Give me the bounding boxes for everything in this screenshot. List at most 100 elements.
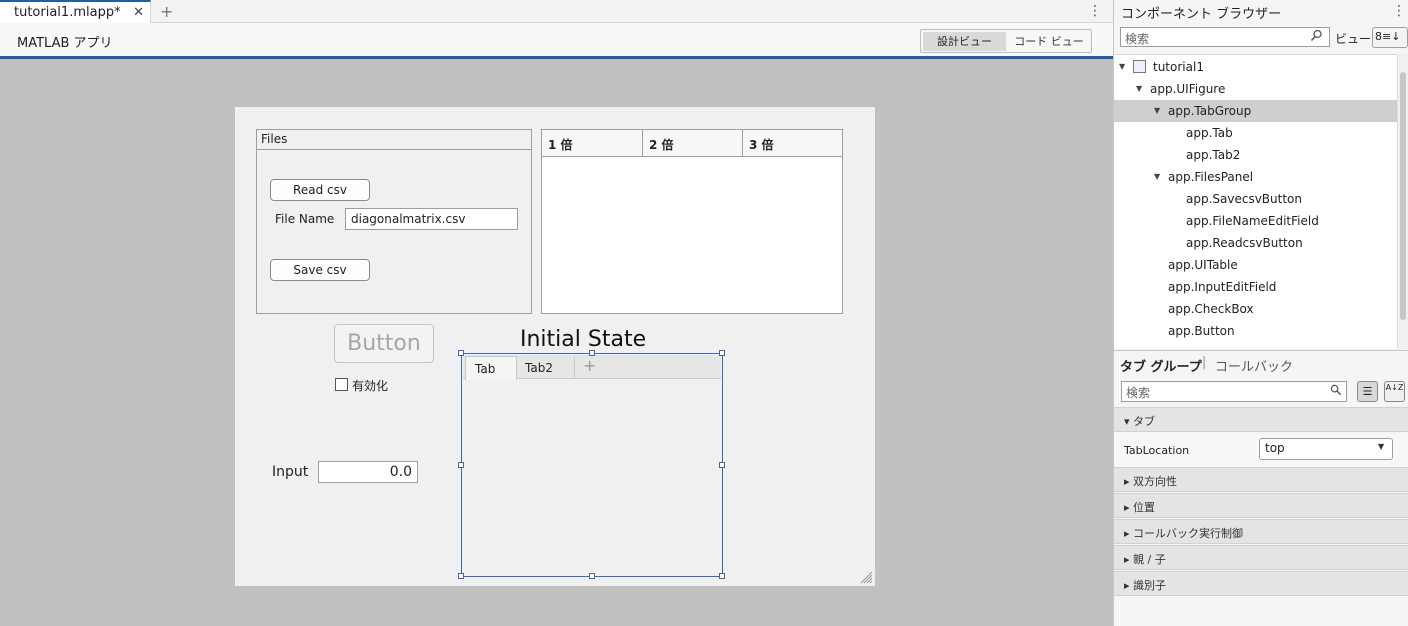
tab-properties[interactable]: タブ グループ bbox=[1120, 356, 1202, 375]
document-tab-title: tutorial1.mlapp* bbox=[14, 5, 121, 20]
tablocation-dropdown[interactable]: top bbox=[1259, 438, 1393, 460]
document-tab[interactable]: tutorial1.mlapp* ✕ bbox=[0, 0, 151, 23]
files-panel-title: Files bbox=[257, 130, 531, 150]
tree-item[interactable]: ▼ app.UIFigure bbox=[1114, 78, 1397, 100]
chevron-down-icon[interactable]: ▼ bbox=[1378, 442, 1384, 451]
section-callback-execution-label: コールバック実行制御 bbox=[1133, 527, 1244, 540]
expand-arrow-icon[interactable]: ▼ bbox=[1154, 166, 1160, 188]
more-options-icon[interactable]: ⋮ bbox=[1088, 3, 1102, 19]
main-button[interactable]: Button bbox=[334, 324, 434, 363]
resize-handle[interactable] bbox=[458, 573, 464, 579]
tablocation-label: TabLocation bbox=[1124, 444, 1190, 457]
editor-toolbar: MATLAB アプリ 設計ビュー コード ビュー bbox=[0, 23, 1113, 59]
add-tab-icon[interactable]: + bbox=[583, 356, 596, 375]
tree-item-label: app.Tab bbox=[1186, 126, 1233, 140]
expand-arrow-icon[interactable]: ▼ bbox=[1154, 100, 1160, 122]
expand-arrow-icon[interactable]: ▼ bbox=[1136, 78, 1142, 100]
group-by-category-icon[interactable]: ☰ bbox=[1357, 381, 1378, 402]
resize-handle[interactable] bbox=[719, 462, 725, 468]
add-tab-icon[interactable]: + bbox=[160, 2, 173, 21]
design-view-button[interactable]: 設計ビュー bbox=[923, 32, 1006, 51]
section-tab[interactable]: ▾ タブ bbox=[1114, 407, 1408, 432]
tree-item-label: app.FilesPanel bbox=[1168, 170, 1254, 184]
tree-item[interactable]: app.UITable bbox=[1114, 254, 1397, 276]
section-position[interactable]: ▸ 位置 bbox=[1114, 493, 1408, 518]
component-search-input[interactable]: 検索 bbox=[1120, 27, 1330, 47]
more-options-icon[interactable]: ⋮ bbox=[1392, 3, 1406, 19]
table-header-2[interactable]: 2 倍 bbox=[643, 130, 743, 157]
tree-item[interactable]: app.SavecsvButton bbox=[1114, 188, 1397, 210]
code-view-button[interactable]: コード ビュー bbox=[1009, 32, 1089, 51]
ui-figure-canvas[interactable]: Files Read csv File Name diagonalmatrix.… bbox=[235, 107, 875, 586]
sort-alphabetical-icon[interactable]: A↓Z bbox=[1384, 381, 1405, 402]
resize-handle[interactable] bbox=[719, 573, 725, 579]
filename-label: File Name bbox=[275, 212, 335, 226]
resize-grip-icon[interactable] bbox=[859, 570, 873, 584]
tree-item[interactable]: app.FileNameEditField bbox=[1114, 210, 1397, 232]
section-identifiers-label: 識別子 bbox=[1133, 579, 1167, 592]
section-tab-label: タブ bbox=[1133, 415, 1156, 428]
files-panel[interactable]: Files Read csv File Name diagonalmatrix.… bbox=[256, 129, 532, 314]
tree-item-label: tutorial1 bbox=[1153, 60, 1204, 74]
tree-item[interactable]: app.Tab bbox=[1114, 122, 1397, 144]
section-interactivity-label: 双方向性 bbox=[1133, 475, 1178, 488]
tree-item-label: app.Tab2 bbox=[1186, 148, 1241, 162]
close-icon[interactable]: ✕ bbox=[133, 5, 144, 20]
component-tree: ▼ tutorial1 ▼ app.UIFigure ▼ app.TabGroup app.… bbox=[1114, 54, 1397, 349]
tree-item[interactable]: app.ReadcsvButton bbox=[1114, 232, 1397, 254]
read-csv-button[interactable]: Read csv bbox=[270, 179, 370, 201]
tree-item[interactable]: ▼ app.TabGroup bbox=[1114, 100, 1397, 122]
tab-callbacks[interactable]: コールバック bbox=[1215, 356, 1293, 375]
app-file-icon bbox=[1133, 60, 1146, 73]
property-inspector: タブ グループ | コールバック 検索 ☰ A↓Z ▾ タブ TabLocati… bbox=[1114, 350, 1408, 626]
section-callback-execution[interactable]: ▸ コールバック実行制御 bbox=[1114, 519, 1408, 544]
resize-handle[interactable] bbox=[589, 573, 595, 579]
tab-group-header: Tab Tab2 + bbox=[463, 355, 721, 380]
search-icon[interactable] bbox=[1330, 384, 1342, 396]
enable-checkbox[interactable] bbox=[335, 378, 348, 391]
collapsed-arrow-icon: ▸ bbox=[1124, 527, 1130, 540]
input-field[interactable]: 0.0 bbox=[318, 461, 418, 483]
state-label[interactable]: Initial State bbox=[520, 327, 646, 352]
right-panel: コンポーネント ブラウザー ⋮ 検索 ビュー: 8≡↓ ▼ tutorial1 ▼ a… bbox=[1113, 0, 1408, 626]
save-csv-button[interactable]: Save csv bbox=[270, 259, 370, 281]
tree-item[interactable]: ▼ app.FilesPanel bbox=[1114, 166, 1397, 188]
collapsed-arrow-icon: ▸ bbox=[1124, 553, 1130, 566]
filename-field[interactable]: diagonalmatrix.csv bbox=[345, 208, 518, 230]
resize-handle[interactable] bbox=[458, 462, 464, 468]
table-header-1[interactable]: 1 倍 bbox=[542, 130, 643, 157]
ui-table[interactable]: 1 倍 2 倍 3 倍 bbox=[541, 129, 843, 314]
collapsed-arrow-icon: ▸ bbox=[1124, 579, 1130, 592]
section-identifiers[interactable]: ▸ 識別子 bbox=[1114, 571, 1408, 596]
view-select[interactable]: 8≡↓ bbox=[1372, 27, 1408, 48]
resize-handle[interactable] bbox=[589, 350, 595, 356]
property-search-input[interactable]: 検索 bbox=[1121, 381, 1347, 402]
tree-item-label: app.SavecsvButton bbox=[1186, 192, 1303, 206]
app-type-label: MATLAB アプリ bbox=[17, 36, 113, 51]
tree-item-label: app.Button bbox=[1168, 324, 1235, 338]
tree-item[interactable]: app.InputEditField bbox=[1114, 276, 1397, 298]
tree-item-label: app.CheckBox bbox=[1168, 302, 1254, 316]
table-header-3[interactable]: 3 倍 bbox=[743, 130, 842, 157]
tab-tab[interactable]: Tab bbox=[465, 356, 517, 380]
tree-item[interactable]: ▼ tutorial1 bbox=[1114, 56, 1397, 78]
tab-tab2[interactable]: Tab2 bbox=[517, 356, 575, 379]
tree-item[interactable]: app.Tab2 bbox=[1114, 144, 1397, 166]
tree-item[interactable]: app.Button bbox=[1114, 320, 1397, 342]
tree-item-label: app.TabGroup bbox=[1168, 104, 1252, 118]
section-interactivity[interactable]: ▸ 双方向性 bbox=[1114, 467, 1408, 492]
app-designer-editor: tutorial1.mlapp* ✕ + ⋮ MATLAB アプリ 設計ビュー … bbox=[0, 0, 1113, 626]
resize-handle[interactable] bbox=[458, 350, 464, 356]
collapsed-arrow-icon: ▸ bbox=[1124, 501, 1130, 514]
view-label: ビュー: bbox=[1335, 32, 1376, 46]
tree-item-label: app.ReadcsvButton bbox=[1186, 236, 1303, 250]
search-icon[interactable] bbox=[1310, 29, 1323, 42]
tree-item[interactable]: app.CheckBox bbox=[1114, 298, 1397, 320]
scrollbar-thumb[interactable] bbox=[1400, 72, 1406, 320]
expand-arrow-icon[interactable]: ▼ bbox=[1119, 56, 1125, 78]
tree-scrollbar[interactable] bbox=[1397, 54, 1408, 349]
resize-handle[interactable] bbox=[719, 350, 725, 356]
tree-item-label: app.UIFigure bbox=[1150, 82, 1226, 96]
section-parent-child[interactable]: ▸ 親 / 子 bbox=[1114, 545, 1408, 570]
tab-group[interactable]: Tab Tab2 + bbox=[458, 350, 725, 579]
